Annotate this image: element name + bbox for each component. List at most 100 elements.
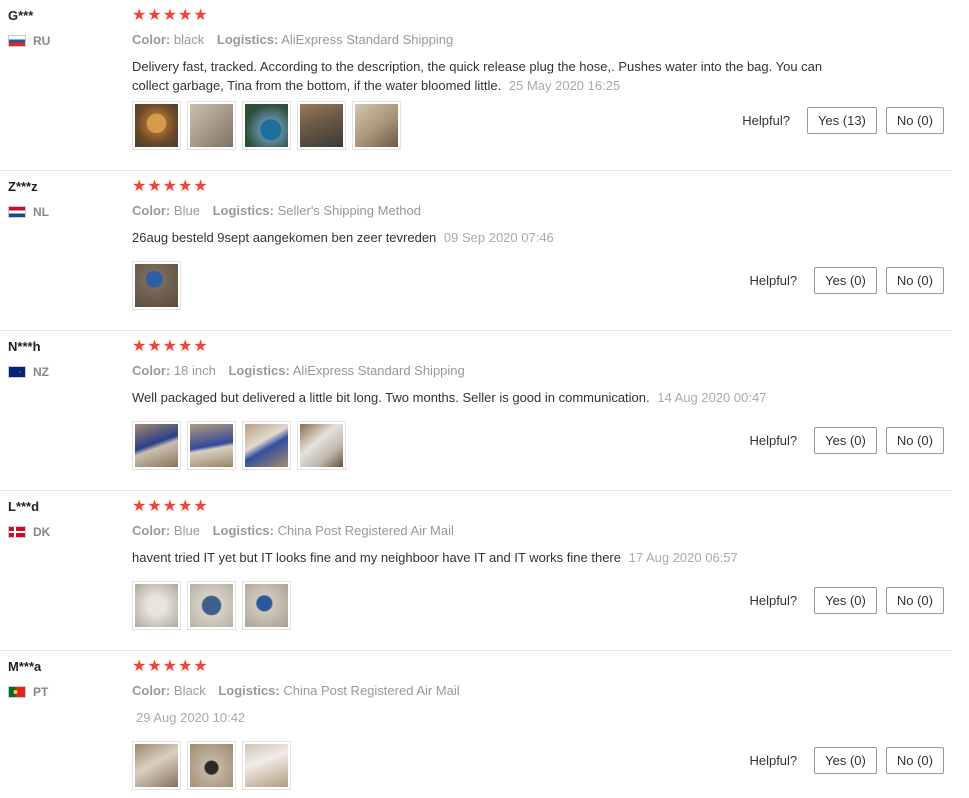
reviewer-country: NZ: [8, 365, 118, 379]
helpful-vote: Helpful? Yes (0) No (0): [749, 427, 944, 454]
review-item: G*** RU ★★★★★ Color: black Logistics: Al…: [0, 0, 952, 171]
country-code: RU: [33, 34, 51, 48]
review-photo[interactable]: [242, 101, 291, 150]
color-label: Color:: [132, 523, 171, 538]
review-photo[interactable]: [242, 741, 291, 790]
helpful-yes-button[interactable]: Yes (0): [814, 267, 877, 294]
star-rating: ★★★★★: [132, 338, 209, 355]
review-photos: [132, 741, 291, 790]
review-body: havent tried IT yet but IT looks fine an…: [132, 550, 621, 565]
review-body: Well packaged but delivered a little bit…: [132, 390, 650, 405]
helpful-no-button[interactable]: No (0): [885, 427, 944, 454]
star-rating: ★★★★★: [132, 178, 209, 195]
review-item: L***d DK ★★★★★ Color: Blue Logistics: Ch…: [0, 491, 952, 651]
review-photo[interactable]: [297, 101, 346, 150]
helpful-no-button[interactable]: No (0): [885, 587, 944, 614]
flag-pt-icon: [8, 686, 26, 698]
review-text: Delivery fast, tracked. According to the…: [132, 57, 832, 95]
country-code: NL: [33, 205, 49, 219]
logistics-value: China Post Registered Air Mail: [277, 523, 454, 538]
reviewer-country: DK: [8, 525, 118, 539]
color-label: Color:: [132, 203, 171, 218]
review-photo[interactable]: [132, 741, 181, 790]
logistics-label: Logistics:: [212, 203, 274, 218]
color-label: Color:: [132, 32, 171, 47]
logistics-value: AliExpress Standard Shipping: [292, 363, 465, 378]
helpful-no-button[interactable]: No (0): [885, 747, 944, 774]
review-photos: [132, 421, 346, 470]
reviewer-name: G***: [8, 8, 34, 23]
review-item: N***h NZ ★★★★★ Color: 18 inch Logistics:…: [0, 331, 952, 491]
color-label: Color:: [132, 683, 171, 698]
country-code: PT: [33, 685, 49, 699]
helpful-label: Helpful?: [742, 113, 790, 128]
helpful-yes-button[interactable]: Yes (0): [814, 587, 877, 614]
star-rating: ★★★★★: [132, 7, 209, 24]
review-body: Delivery fast, tracked. According to the…: [132, 59, 823, 93]
review-photo[interactable]: [132, 421, 181, 470]
review-date: 29 Aug 2020 10:42: [136, 710, 246, 725]
color-value: black: [173, 32, 205, 47]
review-photo[interactable]: [187, 421, 236, 470]
logistics-label: Logistics:: [228, 363, 290, 378]
review-text: Well packaged but delivered a little bit…: [132, 388, 832, 407]
review-date: 17 Aug 2020 06:57: [628, 550, 738, 565]
review-item: Z***z NL ★★★★★ Color: Blue Logistics: Se…: [0, 171, 952, 331]
reviewer-country: RU: [8, 34, 118, 48]
review-attributes: Color: 18 inch Logistics: AliExpress Sta…: [132, 363, 832, 379]
logistics-value: China Post Registered Air Mail: [283, 683, 460, 698]
helpful-yes-button[interactable]: Yes (0): [814, 427, 877, 454]
review-photo[interactable]: [132, 581, 181, 630]
reviewer-name: Z***z: [8, 179, 38, 194]
helpful-label: Helpful?: [749, 433, 798, 448]
review-date: 25 May 2020 16:25: [508, 78, 621, 93]
logistics-value: Seller's Shipping Method: [277, 203, 421, 218]
reviewer-name: L***d: [8, 499, 40, 514]
review-attributes: Color: Blue Logistics: China Post Regist…: [132, 523, 832, 539]
color-value: Blue: [173, 203, 200, 218]
review-photo[interactable]: [297, 421, 346, 470]
logistics-value: AliExpress Standard Shipping: [281, 32, 454, 47]
review-photo[interactable]: [187, 101, 236, 150]
review-attributes: Color: Black Logistics: China Post Regis…: [132, 683, 832, 699]
color-value: Black: [173, 683, 206, 698]
color-value: Blue: [173, 523, 200, 538]
color-value: 18 inch: [173, 363, 216, 378]
flag-nz-icon: [8, 366, 26, 378]
review-date: 14 Aug 2020 00:47: [657, 390, 767, 405]
helpful-yes-button[interactable]: Yes (0): [814, 747, 877, 774]
helpful-no-button[interactable]: No (0): [885, 107, 944, 134]
review-photo[interactable]: [187, 581, 236, 630]
flag-dk-icon: [8, 526, 26, 538]
star-rating: ★★★★★: [132, 498, 209, 515]
helpful-vote: Helpful? Yes (0) No (0): [749, 747, 944, 774]
review-photo[interactable]: [132, 101, 181, 150]
review-date: 09 Sep 2020 07:46: [443, 230, 554, 245]
flag-ru-icon: [8, 35, 26, 47]
flag-nl-icon: [8, 206, 26, 218]
review-photo[interactable]: [352, 101, 401, 150]
review-photo[interactable]: [242, 421, 291, 470]
helpful-no-button[interactable]: No (0): [885, 267, 944, 294]
helpful-vote: Helpful? Yes (13) No (0): [742, 107, 944, 134]
review-body: 26aug besteld 9sept aangekomen ben zeer …: [132, 230, 437, 245]
review-photos: [132, 581, 291, 630]
logistics-label: Logistics:: [218, 683, 280, 698]
helpful-yes-button[interactable]: Yes (13): [806, 107, 877, 134]
helpful-label: Helpful?: [749, 273, 798, 288]
reviewer-country: NL: [8, 205, 118, 219]
star-rating: ★★★★★: [132, 658, 209, 675]
reviewer-name: M***a: [8, 659, 42, 674]
review-photo[interactable]: [132, 261, 181, 310]
review-item: M***a PT ★★★★★ Color: Black Logistics: C…: [0, 651, 952, 798]
logistics-label: Logistics:: [216, 32, 279, 47]
review-text: 26aug besteld 9sept aangekomen ben zeer …: [132, 228, 832, 247]
helpful-label: Helpful?: [749, 753, 798, 768]
helpful-label: Helpful?: [749, 593, 798, 608]
helpful-vote: Helpful? Yes (0) No (0): [749, 587, 944, 614]
review-text: havent tried IT yet but IT looks fine an…: [132, 548, 832, 567]
review-photos: [132, 101, 401, 150]
review-photo[interactable]: [187, 741, 236, 790]
review-photo[interactable]: [242, 581, 291, 630]
color-label: Color:: [132, 363, 171, 378]
